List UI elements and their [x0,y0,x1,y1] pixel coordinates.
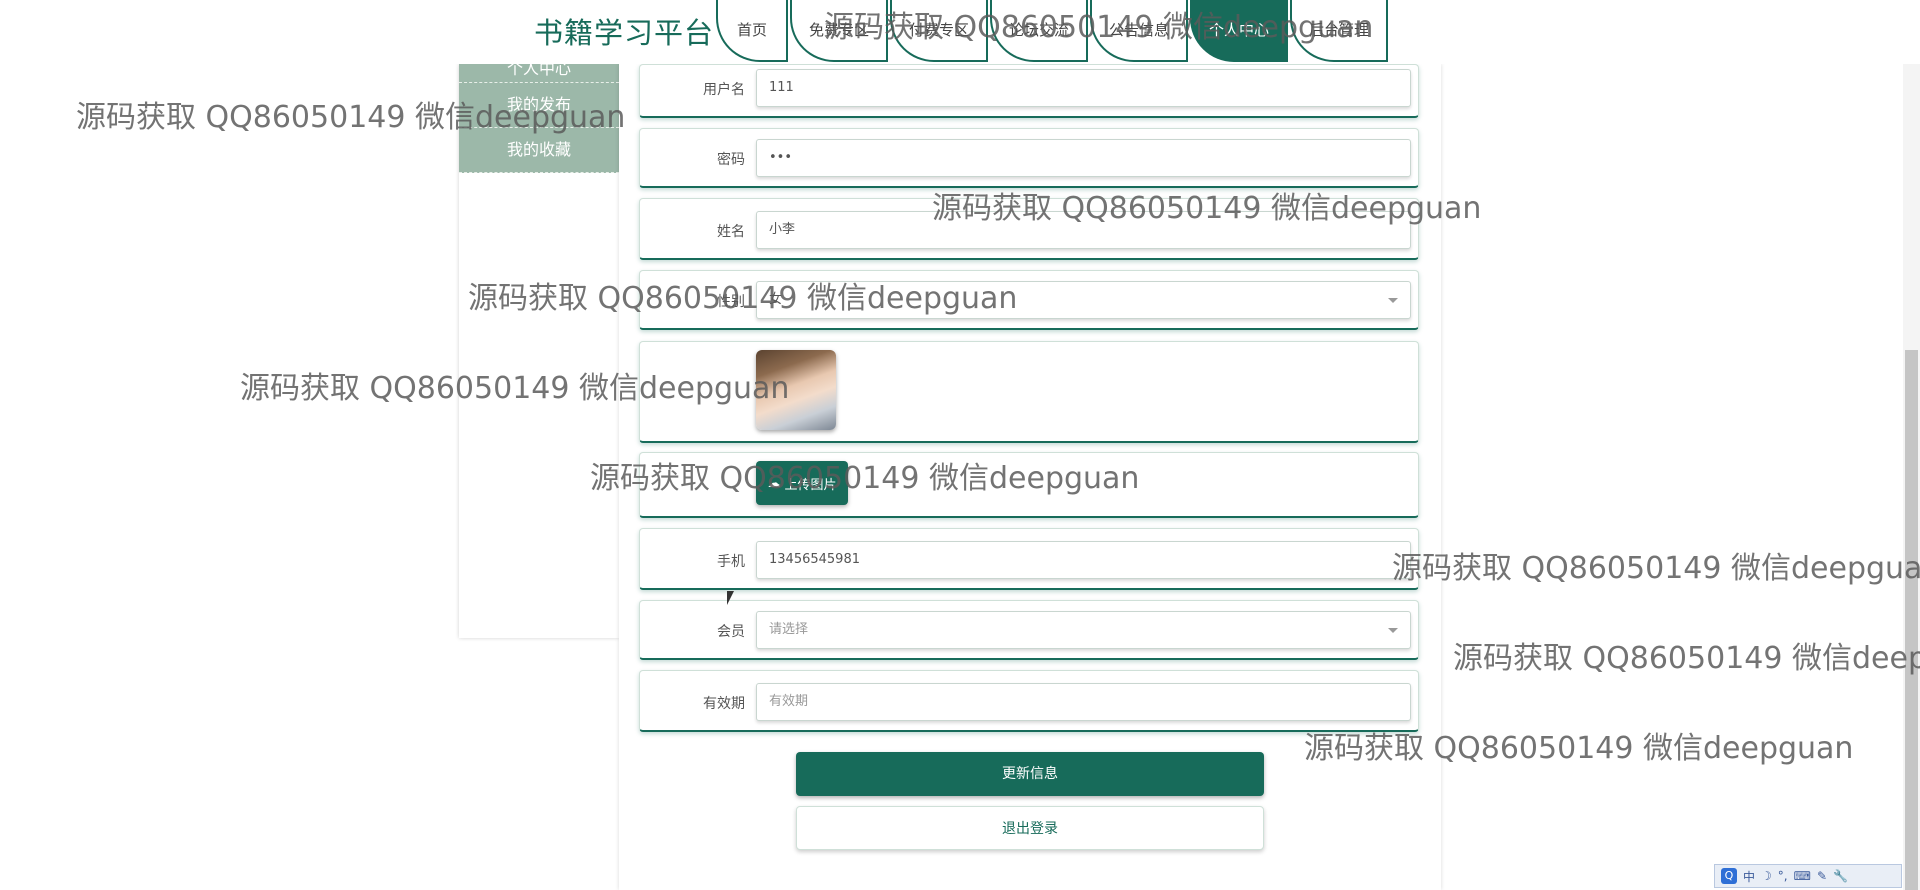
avatar-row [639,341,1419,443]
ime-language-toggle[interactable]: 中 [1743,868,1755,885]
username-label: 用户名 [703,82,745,98]
password-row: 密码 ••• [639,128,1419,188]
update-info-button[interactable]: 更新信息 [796,752,1264,796]
page-scrollbar[interactable] [1903,0,1920,890]
watermark-text: 源码获取 QQ86050149 微信deepguan [1453,641,1920,676]
gender-row: 性别 女 [639,270,1419,330]
member-row: 会员 请选择 [639,600,1419,660]
phone-input[interactable]: 13456545981 [756,541,1411,579]
ime-logo-icon[interactable]: Q [1721,868,1737,884]
validity-label: 有效期 [703,696,745,712]
avatar-image [756,350,836,430]
site-brand[interactable]: 书籍学习平台 [534,10,714,52]
password-input[interactable]: ••• [756,139,1411,177]
sidebar-item-personal-center[interactable]: 个人中心 [459,64,619,83]
keyboard-icon[interactable]: ⌨ [1794,869,1811,883]
username-input[interactable]: 111 [756,69,1411,107]
validity-row: 有效期 有效期 [639,670,1419,732]
moon-icon[interactable]: ☽ [1761,869,1772,883]
nav-forum[interactable]: 论坛交流 [990,0,1088,62]
sidebar-item-my-favorites[interactable]: 我的收藏 [459,128,619,173]
validity-input[interactable]: 有效期 [756,683,1411,721]
name-label: 姓名 [717,224,745,240]
chevron-down-icon [1388,628,1398,633]
nav-paid-zone[interactable]: 付费专区 [890,0,988,62]
upload-button-label: 上传图片 [784,477,837,493]
nav-admin[interactable]: 后台管理 [1290,0,1388,62]
ime-toolbar[interactable]: Q 中 ☽ °, ⌨ ✎ 🔧 [1714,864,1902,888]
password-label: 密码 [717,152,745,168]
name-row: 姓名 小李 [639,198,1419,260]
wrench-icon[interactable]: 🔧 [1833,869,1848,883]
chevron-down-icon [1388,298,1398,303]
settings-icon[interactable]: ✎ [1817,869,1827,883]
username-row: 用户名 111 [639,64,1419,118]
member-placeholder: 请选择 [769,622,809,637]
sidebar-item-my-posts[interactable]: 我的发布 [459,83,619,128]
cloud-upload-icon: ☁ [767,475,781,491]
member-select[interactable]: 请选择 [756,611,1411,649]
main-nav: 首页 免费专区 付费专区 论坛交流 公告信息 个人中心 后台管理 [716,0,1390,64]
nav-free-zone[interactable]: 免费专区 [790,0,888,62]
nav-personal-center[interactable]: 个人中心 [1190,0,1288,62]
watermark-text: 源码获取 QQ86050149 微信deepguan [1392,551,1920,586]
upload-image-button[interactable]: ☁ 上传图片 [756,461,848,505]
scrollbar-thumb[interactable] [1905,350,1918,890]
upload-row: ☁ 上传图片 [639,452,1419,518]
punctuation-icon[interactable]: °, [1778,869,1788,883]
gender-select[interactable]: 女 [756,281,1411,319]
top-navbar: 书籍学习平台 首页 免费专区 付费专区 论坛交流 公告信息 个人中心 后台管理 [0,0,1920,64]
phone-row: 手机 13456545981 [639,528,1419,590]
phone-label: 手机 [717,554,745,570]
member-label: 会员 [717,624,745,640]
mouse-cursor-icon [727,591,734,605]
profile-sidebar: 个人中心 我的发布 我的收藏 [459,64,619,638]
gender-label: 性别 [717,294,745,310]
name-input[interactable]: 小李 [756,211,1411,249]
nav-announcements[interactable]: 公告信息 [1090,0,1188,62]
gender-value: 女 [769,292,783,307]
nav-home[interactable]: 首页 [716,0,788,62]
logout-button[interactable]: 退出登录 [796,806,1264,850]
